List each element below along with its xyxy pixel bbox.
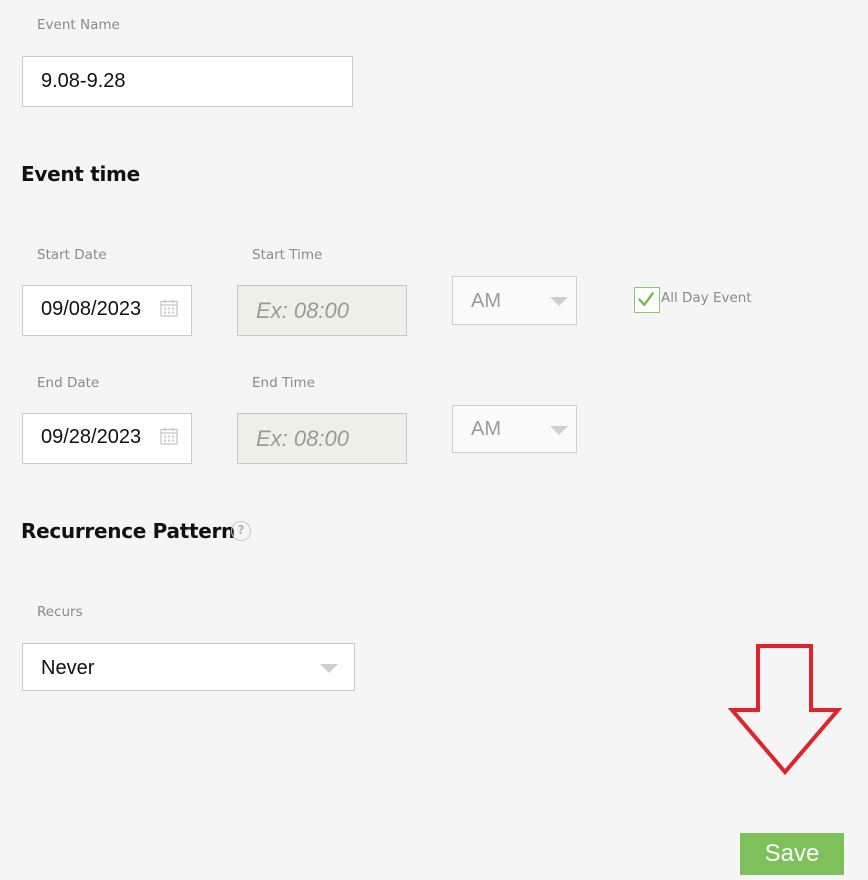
checkmark-icon xyxy=(638,292,654,306)
event-time-heading: Event time xyxy=(21,162,140,186)
start-date-label: Start Date xyxy=(37,247,107,263)
start-time-label: Start Time xyxy=(252,247,323,263)
question-circle-icon[interactable]: ? xyxy=(231,521,251,541)
recurs-label: Recurs xyxy=(37,604,83,620)
recurs-select[interactable]: Never xyxy=(22,643,355,691)
event-name-input[interactable] xyxy=(22,56,353,107)
recurrence-heading: Recurrence Pattern xyxy=(21,519,235,543)
recurs-value: Never xyxy=(41,657,95,679)
start-time-input[interactable] xyxy=(237,285,407,336)
all-day-checkbox[interactable] xyxy=(634,287,660,313)
chevron-down-icon xyxy=(320,664,338,673)
end-ampm-value: AM xyxy=(471,418,501,440)
start-ampm-value: AM xyxy=(471,290,501,312)
end-date-value: 09/28/2023 xyxy=(41,426,142,448)
event-name-label: Event Name xyxy=(37,17,120,33)
end-date-input[interactable]: 09/28/2023 xyxy=(22,413,192,464)
chevron-down-icon xyxy=(550,297,568,306)
calendar-icon[interactable] xyxy=(160,427,178,445)
end-time-input[interactable] xyxy=(237,413,407,464)
start-date-value: 09/08/2023 xyxy=(41,298,142,320)
calendar-icon[interactable] xyxy=(160,299,178,317)
chevron-down-icon xyxy=(550,426,568,435)
start-date-input[interactable]: 09/08/2023 xyxy=(22,285,192,336)
all-day-label[interactable]: All Day Event xyxy=(661,290,752,306)
end-date-label: End Date xyxy=(37,375,100,391)
down-arrow-annotation xyxy=(728,644,842,776)
end-ampm-select[interactable]: AM xyxy=(452,405,577,453)
save-button[interactable]: Save xyxy=(740,833,844,875)
start-ampm-select[interactable]: AM xyxy=(452,276,577,325)
end-time-label: End Time xyxy=(252,375,315,391)
